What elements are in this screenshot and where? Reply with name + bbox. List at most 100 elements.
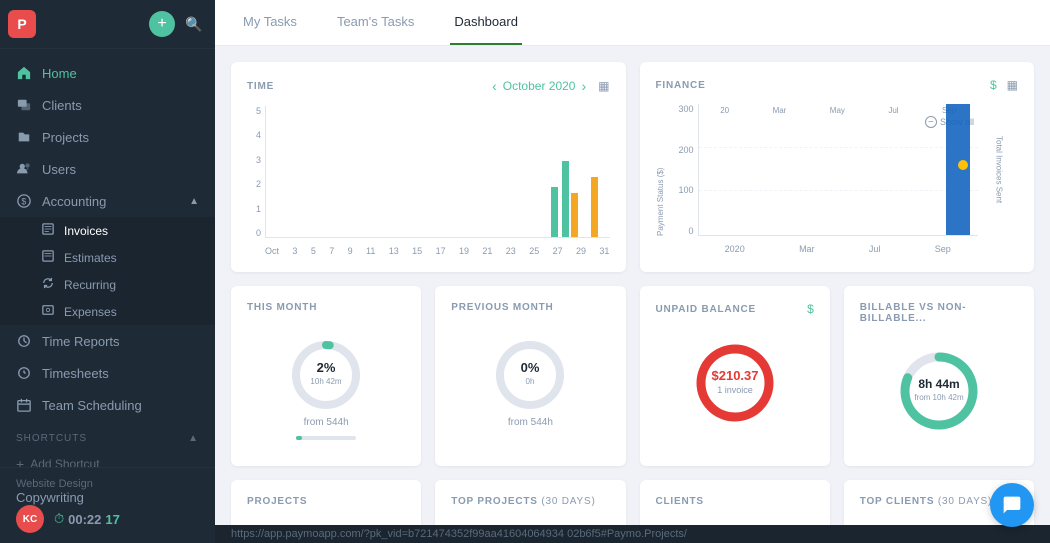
search-button[interactable]: 🔍 [181, 11, 207, 37]
tab-teams-tasks[interactable]: Team's Tasks [333, 0, 418, 45]
sidebar-item-time-reports[interactable]: Time Reports [0, 325, 215, 357]
finance-top-labels: 20MarMayJulSep [699, 106, 979, 115]
time-y-axis: 543210 [247, 106, 261, 238]
top-projects-title: TOP PROJECTS (30 DAYS) [451, 496, 595, 507]
shortcuts-collapse-icon[interactable]: ▲ [188, 433, 199, 444]
finance-copy-icon[interactable]: ▦ [1007, 78, 1018, 92]
sidebar-item-home[interactable]: Home [0, 57, 215, 89]
add-button[interactable]: + [149, 11, 175, 37]
this-month-from: from 544h [304, 417, 349, 428]
billable-donut: 8h 44m from 10h 42m [860, 336, 1018, 446]
time-chart-area [265, 106, 610, 238]
bar-green-29 [562, 161, 569, 237]
svg-text:$210.37: $210.37 [711, 368, 758, 383]
top-navigation: My Tasks Team's Tasks Dashboard [215, 0, 1050, 46]
svg-text:2%: 2% [317, 360, 336, 375]
add-shortcut-plus-icon: + [16, 456, 24, 467]
time-prev-icon[interactable]: ‹ [492, 78, 497, 94]
sidebar-item-recurring[interactable]: Recurring [0, 271, 215, 298]
bar-orange-31 [591, 177, 598, 237]
projects-card: PROJECTS 3 [231, 480, 421, 525]
bar-group-31 [591, 177, 598, 237]
bar-group-27 [551, 187, 558, 237]
timer-clock-icon: ⏱ [54, 511, 64, 527]
this-month-card: THIS MONTH 2% 10h 42m from 544h [231, 286, 421, 466]
project-name: Copywriting [16, 490, 199, 505]
tab-dashboard[interactable]: Dashboard [450, 0, 522, 45]
accounting-icon: $ [16, 193, 32, 209]
time-period: October 2020 [503, 79, 576, 93]
users-icon [16, 161, 32, 177]
tab-my-tasks[interactable]: My Tasks [239, 0, 301, 45]
svg-text:0h: 0h [526, 377, 535, 386]
top-projects-card: TOP PROJECTS (30 DAYS) [435, 480, 625, 525]
sidebar-item-invoices[interactable]: Invoices [0, 217, 215, 244]
unpaid-donut: $210.37 1 invoice [656, 328, 814, 438]
svg-text:10h 42m: 10h 42m [311, 377, 342, 386]
accounting-expand-icon: ▲ [189, 196, 199, 207]
sidebar-item-timesheets[interactable]: Timesheets [0, 357, 215, 389]
project-label: Website Design [16, 478, 199, 490]
finance-bar-sep [946, 104, 970, 235]
time-card-title: TIME [247, 81, 274, 92]
shortcuts-section: SHORTCUTS ▲ [0, 421, 215, 450]
timer-row: KC ⏱ 00:22 17 [16, 505, 199, 533]
sidebar-item-users[interactable]: Users [0, 153, 215, 185]
clients-icon [16, 97, 32, 113]
svg-text:1 invoice: 1 invoice [717, 385, 753, 395]
sidebar-item-estimates[interactable]: Estimates [0, 244, 215, 271]
finance-card-title: FINANCE [656, 80, 706, 91]
finance-y-values: 3002001000 [670, 104, 694, 236]
recurring-icon [42, 277, 54, 292]
this-month-donut: 2% 10h 42m from 544h [247, 325, 405, 450]
finance-dot [958, 160, 968, 170]
finance-bars: 20MarMayJulSep − Show all [698, 104, 979, 236]
previous-month-donut: 0% 0h from 544h [451, 325, 609, 438]
chat-bubble-button[interactable] [990, 483, 1034, 527]
time-copy-icon[interactable]: ▦ [598, 79, 609, 93]
finance-y-label: Payment Status ($) [656, 114, 668, 236]
projects-icon [16, 129, 32, 145]
time-reports-icon [16, 333, 32, 349]
svg-text:from 10h 42m: from 10h 42m [914, 393, 964, 402]
svg-text:$: $ [21, 197, 26, 207]
previous-month-from: from 544h [508, 417, 553, 428]
clients-card: CLIENTS 3 [640, 480, 830, 525]
main-content: My Tasks Team's Tasks Dashboard TIME ‹ O… [215, 0, 1050, 543]
finance-x-label: Total Invoices Sent [980, 104, 1018, 236]
time-next-icon[interactable]: › [581, 78, 586, 94]
estimates-icon [42, 250, 54, 265]
status-bar: https://app.paymoapp.com/?pk_vid=b721474… [215, 525, 1050, 543]
sidebar-item-clients[interactable]: Clients [0, 89, 215, 121]
avatar[interactable]: KC [16, 505, 44, 533]
finance-dollar-icon[interactable]: $ [990, 78, 997, 92]
unpaid-dollar-icon[interactable]: $ [807, 302, 814, 316]
sidebar-item-projects[interactable]: Projects [0, 121, 215, 153]
time-card: TIME ‹ October 2020 › ▦ 543210 [231, 62, 626, 272]
previous-month-card: PREVIOUS MONTH 0% 0h from 544h [435, 286, 625, 466]
bar-orange-29 [571, 193, 578, 237]
sidebar-item-accounting[interactable]: $ Accounting ▲ [0, 185, 215, 217]
expenses-icon [42, 304, 54, 319]
sidebar-footer: Website Design Copywriting KC ⏱ 00:22 17 [0, 467, 215, 543]
dashboard: TIME ‹ October 2020 › ▦ 543210 [215, 46, 1050, 525]
sidebar-item-team-scheduling[interactable]: Team Scheduling [0, 389, 215, 421]
svg-text:8h 44m: 8h 44m [918, 377, 959, 391]
finance-x-labels: 2020MarJulSep [698, 244, 979, 254]
unpaid-balance-title: UNPAID BALANCE [656, 304, 756, 315]
time-x-axis: Oct35791113151719212325272931 [265, 246, 610, 256]
previous-month-title: PREVIOUS MONTH [451, 302, 609, 313]
show-all-icon: − [925, 116, 937, 128]
top-clients-title: TOP CLIENTS (30 DAYS) [860, 496, 992, 507]
finance-card: FINANCE $ ▦ Payment Status ($) 300200100… [640, 62, 1035, 272]
svg-text:0%: 0% [521, 360, 540, 375]
status-url: https://app.paymoapp.com/?pk_vid=b721474… [231, 528, 687, 540]
billable-card: BILLABLE VS NON-BILLABLE... 8h 44m from … [844, 286, 1034, 466]
sidebar-item-expenses[interactable]: Expenses [0, 298, 215, 325]
timer-display: 00:22 [68, 512, 101, 527]
team-scheduling-icon [16, 397, 32, 413]
clients-title: CLIENTS [656, 496, 814, 507]
add-shortcut-button[interactable]: + Add Shortcut [0, 450, 215, 467]
this-month-bar [296, 436, 356, 440]
billable-title: BILLABLE VS NON-BILLABLE... [860, 302, 1018, 324]
